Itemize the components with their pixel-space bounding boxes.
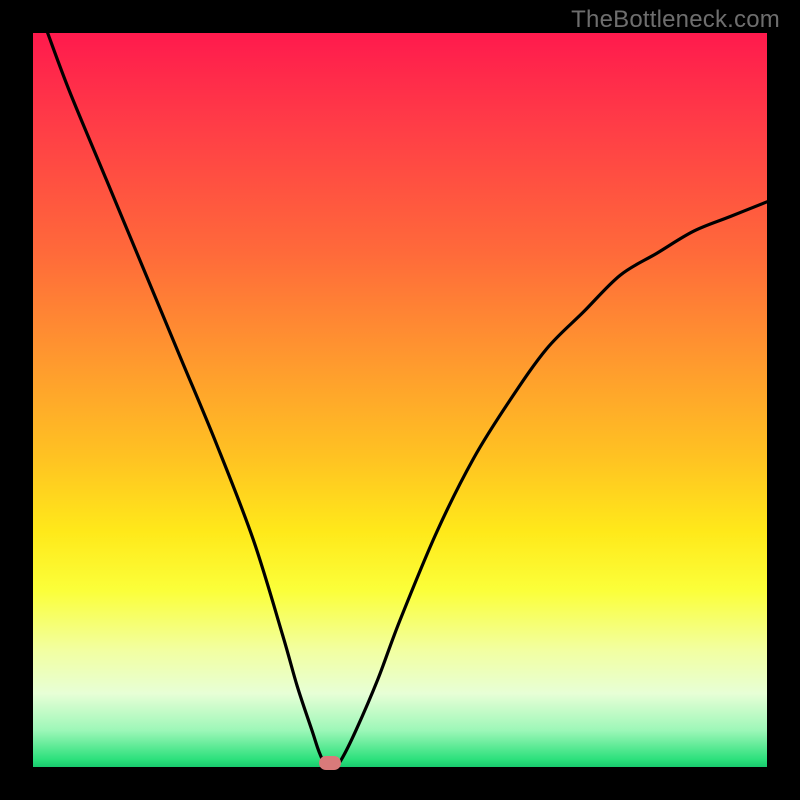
watermark-text: TheBottleneck.com [571,6,780,34]
bottleneck-curve [33,33,767,767]
plot-area [33,33,767,767]
chart-frame: TheBottleneck.com [0,0,800,800]
optimum-marker [319,756,341,770]
